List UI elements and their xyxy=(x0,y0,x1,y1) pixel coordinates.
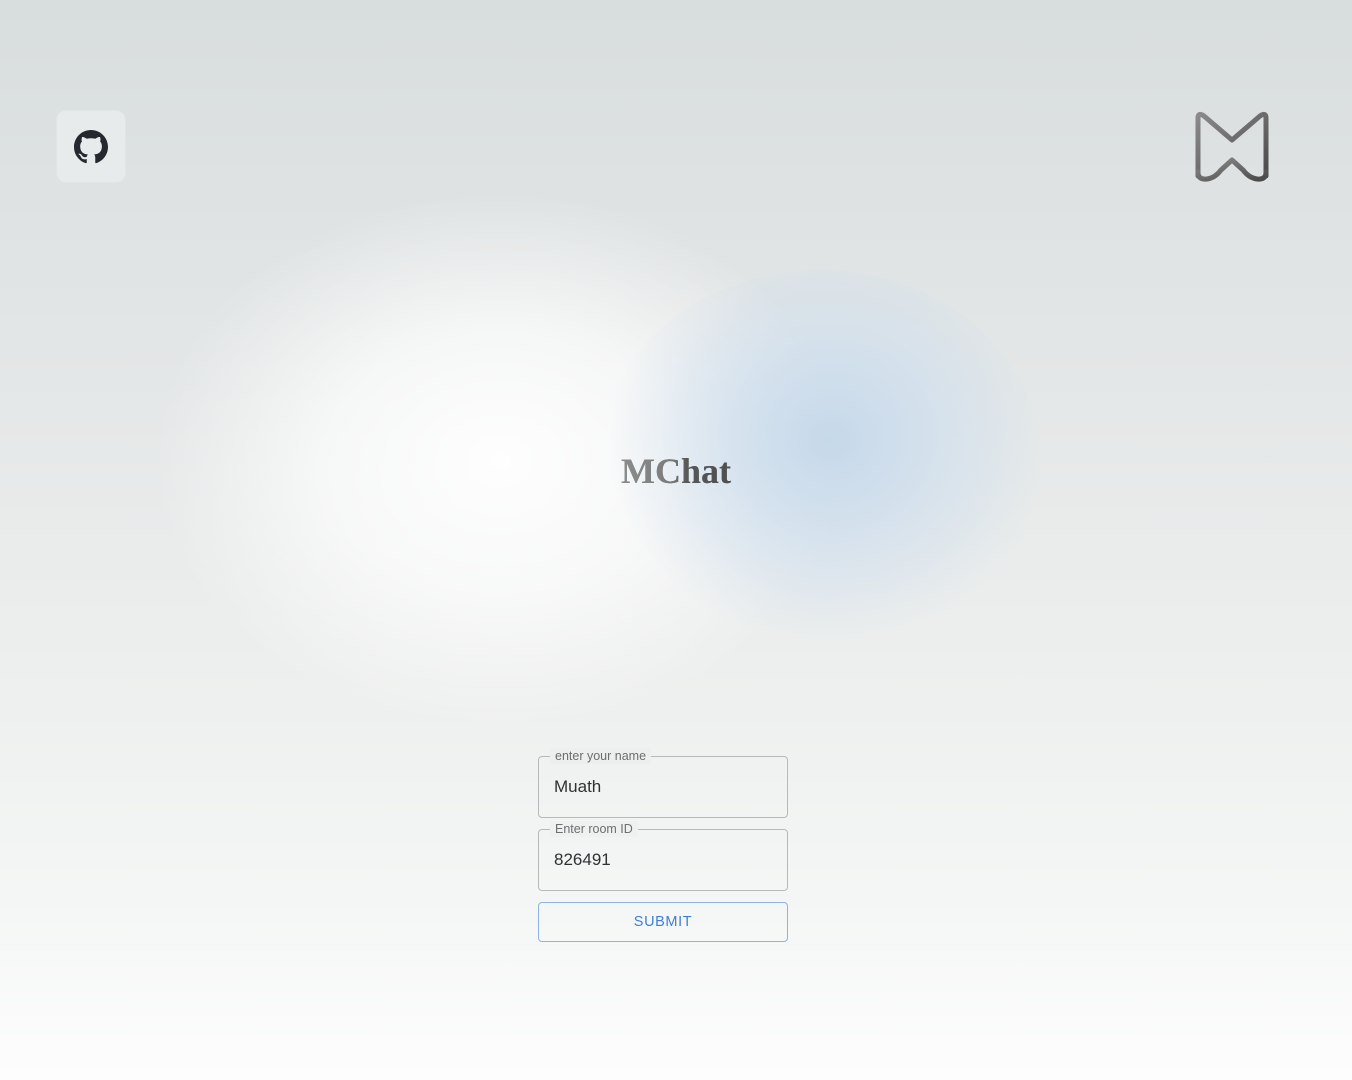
app-title: MChat xyxy=(0,450,1352,492)
submit-button[interactable]: SUBMIT xyxy=(538,902,788,942)
github-link-button[interactable] xyxy=(56,110,126,183)
github-icon xyxy=(74,129,108,163)
name-input[interactable] xyxy=(554,776,774,798)
join-room-form: enter your name Enter room ID SUBMIT xyxy=(538,748,788,942)
app-title-text: MChat xyxy=(621,451,731,491)
room-id-field-label: Enter room ID xyxy=(550,821,638,837)
mchat-logo-icon xyxy=(1195,111,1269,182)
name-field-label: enter your name xyxy=(550,748,652,764)
room-id-field[interactable]: Enter room ID xyxy=(538,821,788,891)
room-id-input[interactable] xyxy=(554,849,774,871)
name-field[interactable]: enter your name xyxy=(538,748,788,818)
